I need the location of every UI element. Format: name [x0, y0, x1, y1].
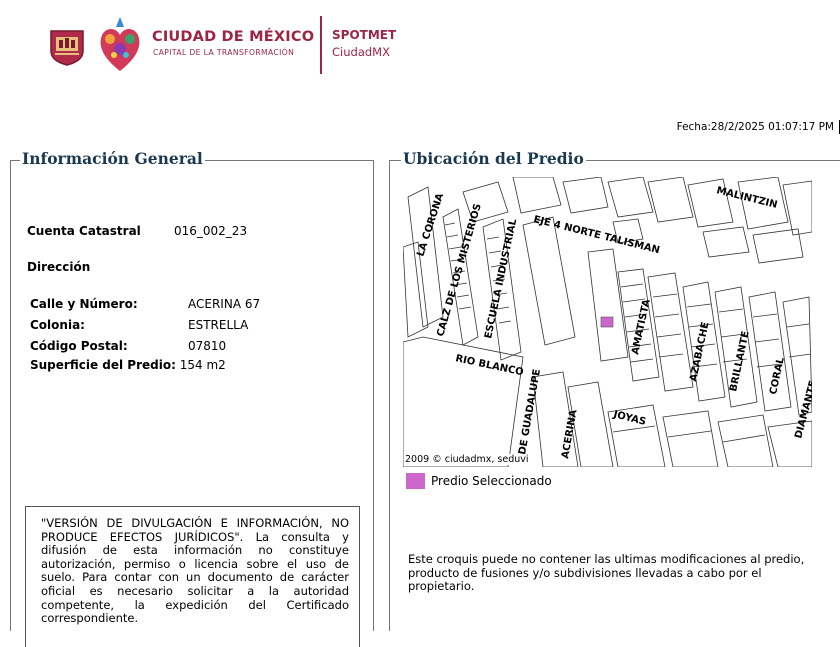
- cuenta-row: Cuenta Catastral: [27, 224, 141, 238]
- street-label-amatista: AMATISTA: [630, 298, 652, 355]
- street-label-guadalupe: DE GUADALUPE: [517, 368, 543, 455]
- city-heart-logo-icon: [100, 17, 140, 71]
- page-header: CIUDAD DE MÉXICO CAPITAL DE LA TRANSFORM…: [0, 0, 840, 90]
- street-label-joyas: JOYAS: [611, 409, 647, 428]
- map-canvas: MALINTZIN LA CORONA CALZ DE LOS MISTERIO…: [403, 177, 812, 467]
- street-label-industrial: ESCUELA INDUSTRIAL: [483, 217, 519, 339]
- cuenta-label: Cuenta Catastral: [27, 224, 141, 238]
- street-label-corona: LA CORONA: [415, 192, 446, 258]
- superficie-row: Superficie del Predio: 154 m2: [30, 358, 226, 372]
- general-info-panel: Información General Cuenta Catastral 016…: [10, 149, 374, 647]
- street-label-diamante: DIAMANTE: [793, 379, 812, 439]
- disclaimer-text: "VERSIÓN DE DIVULGACIÓN E INFORMACIÓN, N…: [41, 516, 349, 626]
- map-copyright: 2009 © ciudadmx, seduvi: [405, 454, 529, 465]
- coat-of-arms-icon: [50, 30, 84, 66]
- app-subtitle: CiudadMX: [332, 45, 390, 59]
- calle-label: Calle y Número:: [30, 297, 138, 311]
- selected-parcel-swatch: [406, 473, 425, 489]
- app-name: SPOTMET: [332, 28, 397, 42]
- selected-parcel-label: Predio Seleccionado: [431, 474, 552, 488]
- street-label-rio-blanco: RIO BLANCO: [454, 353, 524, 378]
- disclaimer-box: "VERSIÓN DE DIVULGACIÓN E INFORMACIÓN, N…: [25, 506, 360, 647]
- date-stamp: Fecha:28/2/2025 01:07:17 PM: [676, 121, 834, 133]
- cp-label: Código Postal:: [30, 339, 128, 353]
- street-label-acerina: ACERINA: [560, 409, 579, 460]
- location-title: Ubicación del Predio: [401, 149, 586, 168]
- street-label-malintzin: MALINTZIN: [715, 185, 778, 211]
- cp-value: 07810: [188, 339, 227, 353]
- selected-parcel-marker[interactable]: [600, 316, 614, 328]
- cuenta-value: 016_002_23: [174, 224, 248, 238]
- map-note: Este croquis puede no contener las ultim…: [408, 552, 805, 594]
- header-divider: [320, 16, 322, 74]
- street-label-misterios: CALZ DE LOS MISTERIOS: [435, 202, 484, 337]
- street-label-eje4: EJE 4 NORTE TALISMAN: [532, 214, 661, 256]
- direccion-label: Dirección: [27, 260, 91, 274]
- superficie-value: 154 m2: [179, 358, 226, 372]
- location-map[interactable]: MALINTZIN LA CORONA CALZ DE LOS MISTERIO…: [403, 177, 812, 467]
- street-label-coral: CORAL: [768, 356, 787, 396]
- city-tagline: CAPITAL DE LA TRANSFORMACIÓN: [153, 48, 295, 57]
- colonia-label: Colonia:: [30, 318, 85, 332]
- calle-value: ACERINA 67: [188, 297, 261, 311]
- colonia-value: ESTRELLA: [188, 318, 249, 332]
- superficie-label: Superficie del Predio:: [30, 358, 176, 372]
- general-info-title: Información General: [20, 149, 205, 168]
- city-name: CIUDAD DE MÉXICO: [152, 29, 315, 45]
